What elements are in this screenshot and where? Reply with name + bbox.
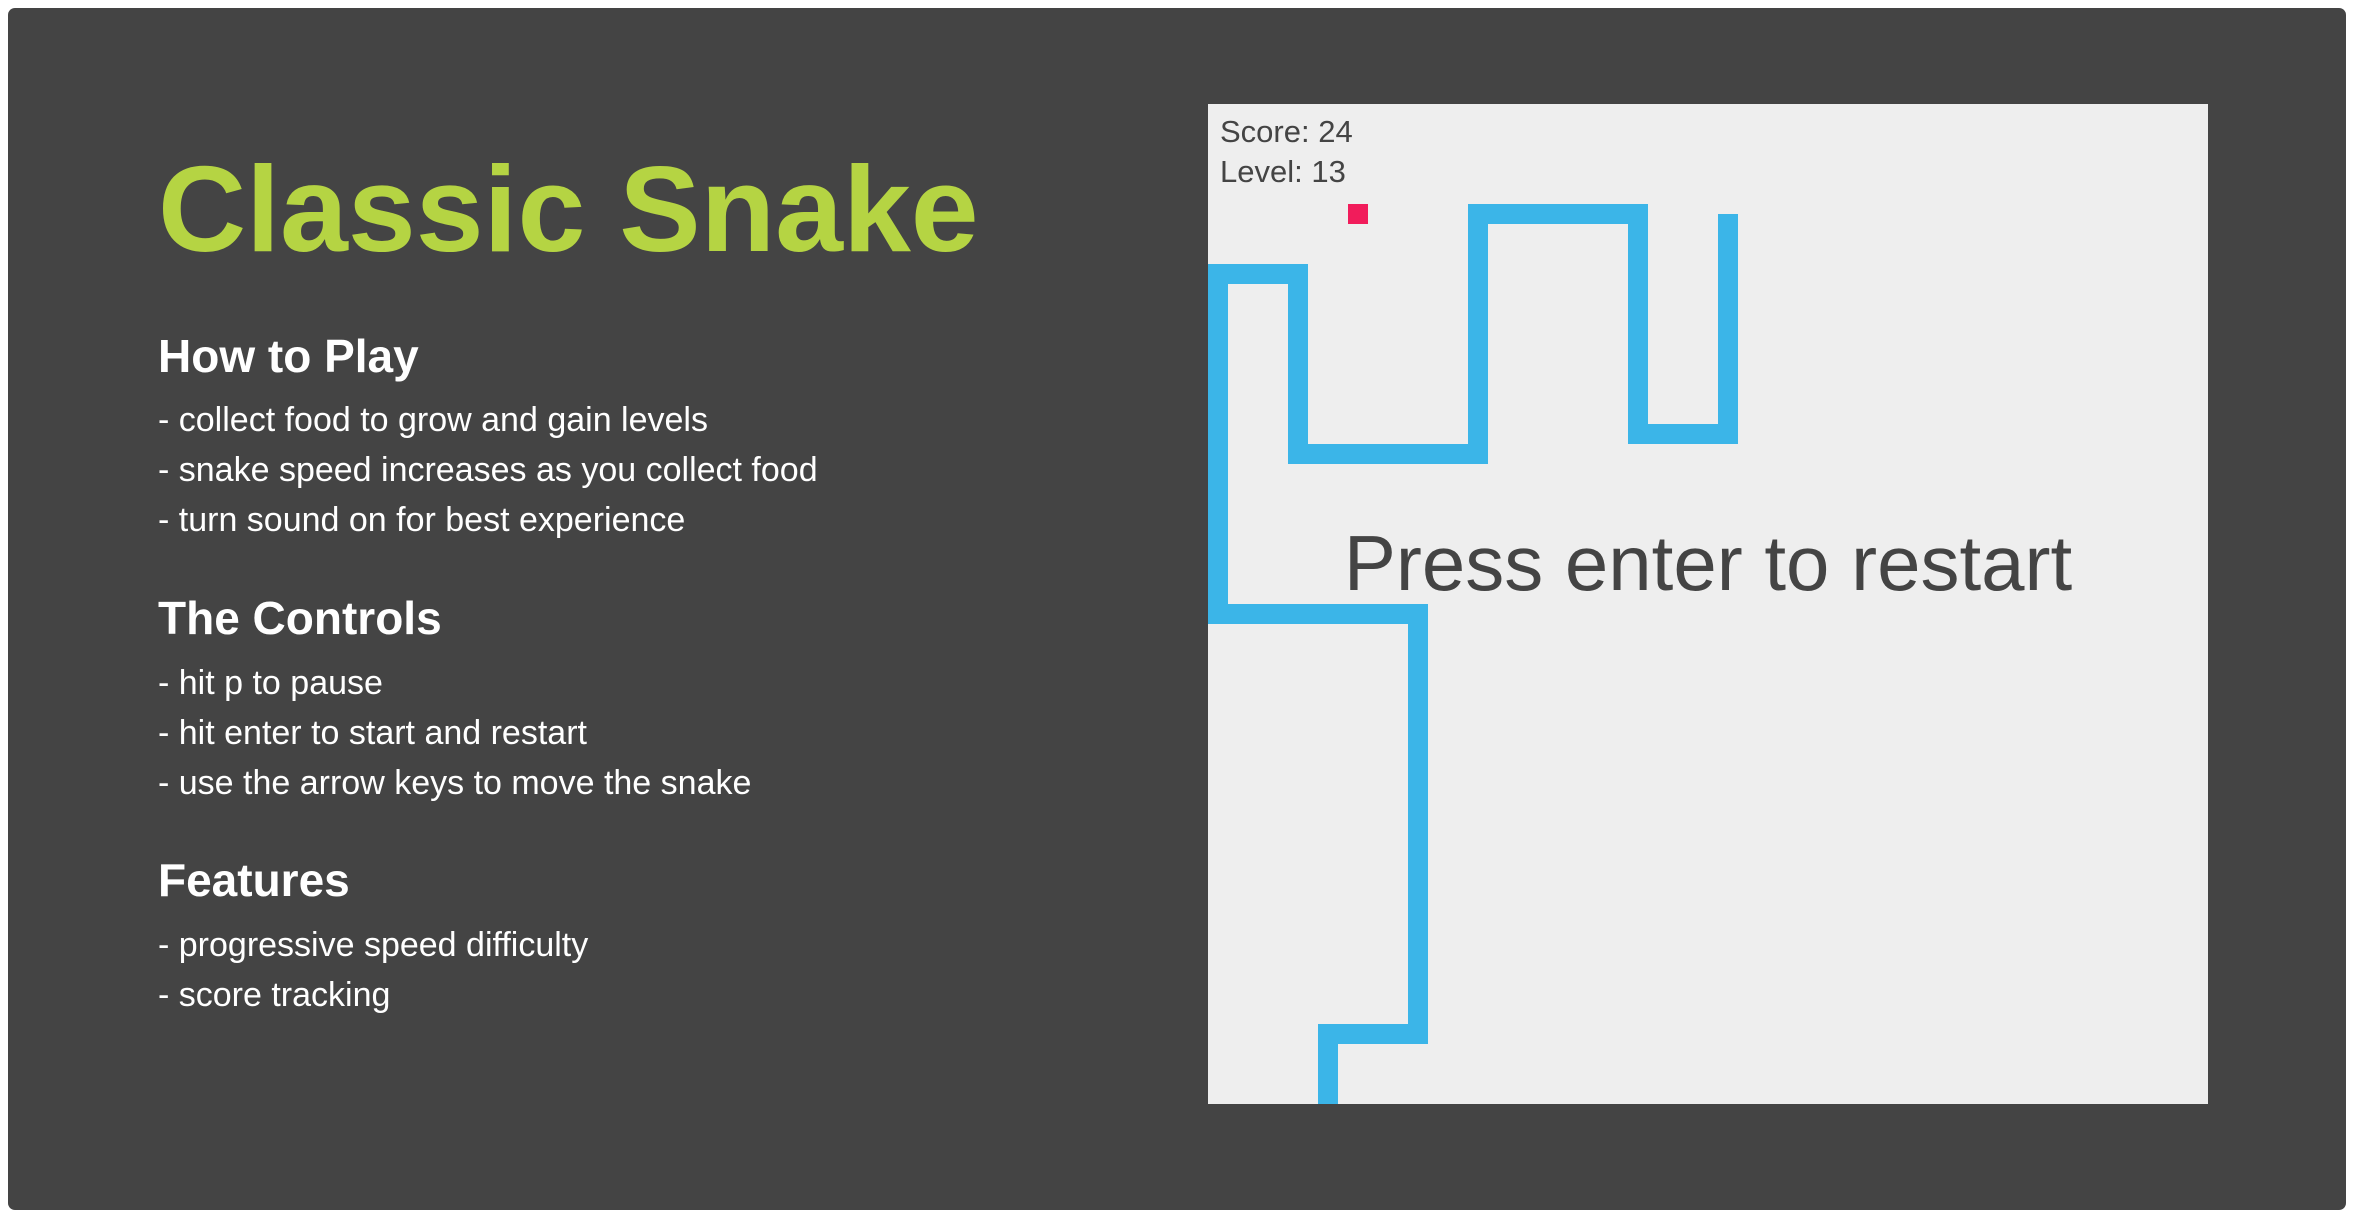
list-item: - snake speed increases as you collect f…: [158, 451, 818, 489]
how-to-play-heading: How to Play: [158, 330, 419, 382]
score-display: Score: 24: [1220, 114, 1353, 149]
food-pellet: [1348, 204, 1368, 224]
controls-heading: The Controls: [158, 592, 442, 644]
list-item: - hit enter to start and restart: [158, 714, 587, 752]
page-title: Classic Snake: [158, 141, 979, 277]
game-board[interactable]: Score: 24 Level: 13 Press enter to resta…: [1208, 104, 2208, 1104]
list-item: - hit p to pause: [158, 664, 383, 702]
how-to-play-list: - collect food to grow and gain levels -…: [158, 395, 818, 545]
snake-body: [1208, 204, 1738, 1104]
list-item: - use the arrow keys to move the snake: [158, 764, 752, 802]
features-list: - progressive speed difficulty - score t…: [158, 920, 588, 1020]
list-item: - collect food to grow and gain levels: [158, 401, 708, 439]
page-frame: Classic Snake How to Play - collect food…: [8, 8, 2346, 1210]
list-item: - turn sound on for best experience: [158, 501, 686, 539]
controls-list: - hit p to pause - hit enter to start an…: [158, 658, 751, 808]
restart-message: Press enter to restart: [1343, 519, 2073, 607]
level-display: Level: 13: [1220, 154, 1346, 189]
list-item: - score tracking: [158, 976, 391, 1014]
list-item: - progressive speed difficulty: [158, 926, 589, 964]
features-heading: Features: [158, 854, 350, 906]
